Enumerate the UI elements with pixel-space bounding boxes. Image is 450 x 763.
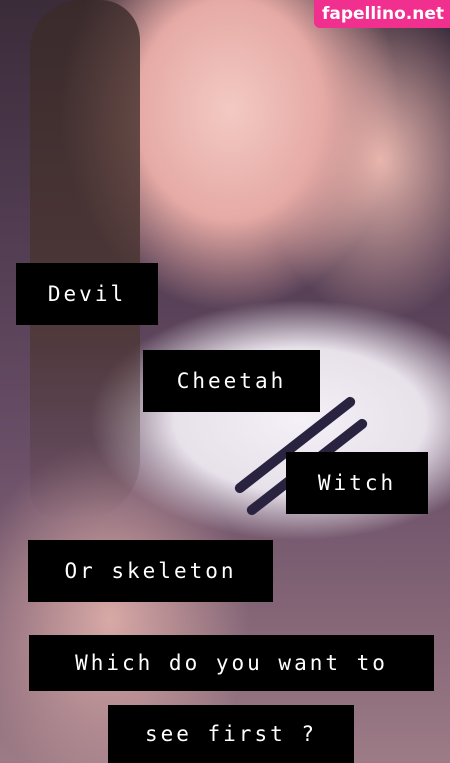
hair-shape [30, 0, 140, 520]
caption-skeleton: Or skeleton [28, 540, 273, 602]
caption-cheetah: Cheetah [143, 350, 320, 412]
caption-devil: Devil [16, 263, 158, 325]
caption-question-line-1: Which do you want to [29, 635, 434, 691]
caption-witch: Witch [286, 452, 428, 514]
watermark-badge: fapellino.net [313, 0, 450, 28]
caption-question-line-2: see first ? [108, 705, 354, 763]
